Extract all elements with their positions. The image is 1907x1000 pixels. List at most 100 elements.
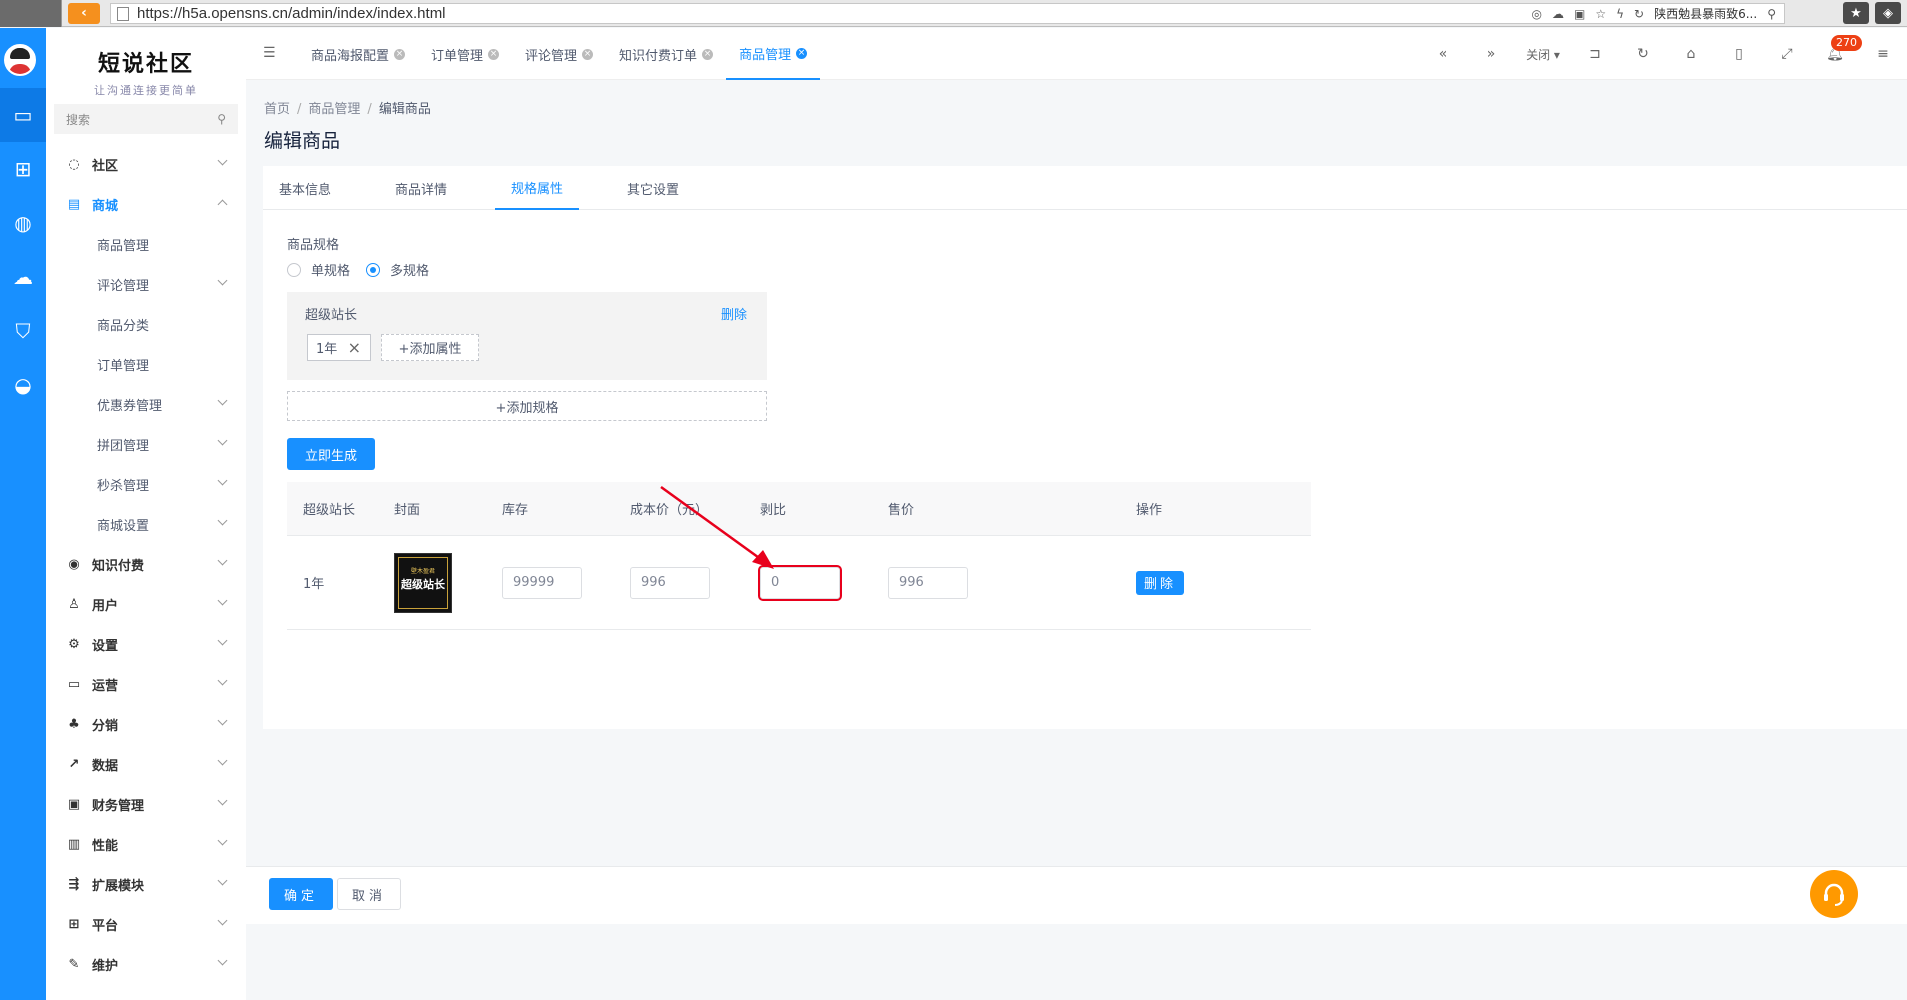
browser-profile-avatar[interactable] [0,0,62,27]
sidebar-item-order-manage[interactable]: 订单管理 [46,344,246,384]
price-input[interactable]: 996 [888,566,968,599]
close-icon[interactable]: × [796,47,808,59]
refresh-icon[interactable]: ↻ [1619,46,1667,62]
sidebar-group-distribution[interactable]: ♣ 分销 [46,704,246,744]
close-icon[interactable]: × [582,48,594,60]
url-text: https://h5a.opensns.cn/admin/index/index… [137,5,446,22]
form-footer: 确定 取消 [246,866,1907,924]
grid-icon[interactable]: ⊞ [0,142,46,196]
browser-toolbar: ‹ https://h5a.opensns.cn/admin/index/ind… [0,0,1907,27]
page-icon [117,6,129,21]
sidebar-group-data[interactable]: ↗ 数据 [46,744,246,784]
chevron-down-icon [217,795,228,806]
stock-input[interactable]: 99999 [502,566,582,599]
confirm-button[interactable]: 确定 [269,878,333,910]
cloud-icon[interactable]: ☁ [0,250,46,304]
lightning-icon[interactable]: ϟ [1616,7,1624,21]
close-icon[interactable]: × [488,48,500,60]
tab-basic-info[interactable]: 基本信息 [263,166,347,210]
sidebar-item-review-manage[interactable]: 评论管理 [46,264,246,304]
ratio-input[interactable]: 0 [758,564,842,601]
sidebar-group-maintenance[interactable]: ✎ 维护 [46,944,246,984]
user-avatar[interactable] [4,44,36,76]
star-icon[interactable]: ☆ [1595,7,1606,21]
cloud-icon[interactable]: ☁ [1552,7,1564,21]
main-content: 首页 / 商品管理 / 编辑商品 编辑商品 基本信息 商品详情 规格属性 其它设置 商品… [246,80,1907,1000]
radio-multi-spec[interactable] [366,262,381,277]
sidebar-group-performance[interactable]: ▥ 性能 [46,824,246,864]
menu-collapse-icon[interactable]: ☰ [263,45,276,61]
sidebar-group-shop[interactable]: ▤ 商城 [46,184,246,224]
sidebar-group-extensions[interactable]: ⇶ 扩展模块 [46,864,246,904]
close-tabs-dropdown[interactable]: 关闭 ▾ [1515,46,1571,63]
tab-product-poster[interactable]: 商品海报配置 × [298,28,418,80]
tab-order-manage[interactable]: 订单管理 × [418,28,512,80]
breadcrumb-home[interactable]: 首页 [264,102,290,117]
sidebar-item-coupon-manage[interactable]: 优惠券管理 [46,384,246,424]
close-icon[interactable]: × [394,48,406,60]
sidebar-group-platform[interactable]: ⊞ 平台 [46,904,246,944]
row-spec: 1年 [303,577,325,592]
chevron-down-icon [217,555,228,566]
customer-service-button[interactable] [1810,870,1858,918]
compat-icon[interactable]: ◎ [1532,7,1542,21]
close-icon[interactable]: × [348,338,361,357]
monitor-icon: ▭ [67,676,81,692]
favorites-icon[interactable]: ★ [1843,2,1869,24]
globe-icon[interactable]: ◍ [0,196,46,250]
sidebar-search[interactable]: 搜索 ⚲ [54,104,238,134]
tab-spec-attributes[interactable]: 规格属性 [495,166,580,210]
cancel-button[interactable]: 取消 [337,878,401,910]
search-engine-text[interactable]: 陕西勉县暴雨致6... [1654,5,1757,22]
line-chart-icon: ↗ [68,756,80,772]
sidebar-group-community[interactable]: ◌ 社区 [46,144,246,184]
close-icon[interactable]: × [702,48,714,60]
cost-input[interactable]: 996 [630,566,710,599]
add-spec-button[interactable]: +添加规格 [287,391,767,421]
breadcrumb-product-manage[interactable]: 商品管理 [308,102,360,117]
user-icon: ♙ [68,596,80,612]
scroll-left-icon[interactable]: « [1419,46,1467,62]
tab-product-manage[interactable]: 商品管理 × [726,28,821,80]
search-icon[interactable]: ⚲ [1767,7,1776,21]
fullscreen-icon[interactable]: ⤢ [1763,46,1811,62]
browser-back-button[interactable]: ‹ [68,2,100,24]
desktop-icon[interactable]: ▭ [0,88,46,142]
add-attribute-button[interactable]: +添加属性 [381,334,479,361]
exit-icon[interactable]: ⊐ [1571,46,1619,62]
mobile-icon[interactable]: ▯ [1715,46,1763,62]
image-icon[interactable]: ▣ [1574,7,1585,21]
address-bar[interactable]: https://h5a.opensns.cn/admin/index/index… [110,3,1785,24]
refresh-icon[interactable]: ↻ [1634,7,1644,21]
tab-product-detail[interactable]: 商品详情 [379,166,463,210]
home-icon[interactable]: ⌂ [1667,46,1715,62]
tab-review-manage[interactable]: 评论管理 × [512,28,606,80]
tab-knowledge-orders[interactable]: 知识付费订单 × [606,28,726,80]
scroll-right-icon[interactable]: » [1467,46,1515,62]
cover-image[interactable]: 壁木盈君 超级站长 [394,552,452,613]
gamepad-icon[interactable]: ◈ [1875,2,1901,24]
sidebar-item-product-category[interactable]: 商品分类 [46,304,246,344]
sidebar-group-finance[interactable]: ▣ 财务管理 [46,784,246,824]
tab-other-settings[interactable]: 其它设置 [611,166,695,210]
chevron-down-icon [217,475,228,486]
bell-icon[interactable]: 🔔︎ 270 [1811,35,1862,62]
sidebar-item-flash-sale[interactable]: 秒杀管理 [46,464,246,504]
chevron-down-icon [217,755,228,766]
radio-single-spec[interactable] [287,262,301,277]
cloud-service-icon[interactable]: ◒ [0,358,46,412]
row-delete-button[interactable]: 删除 [1136,570,1184,595]
sidebar-item-shop-settings[interactable]: 商城设置 [46,504,246,544]
sidebar-group-knowledge-pay[interactable]: ◉ 知识付费 [46,544,246,584]
generate-button[interactable]: 立即生成 [287,438,375,470]
spec-group-delete-link[interactable]: 删除 [721,304,747,323]
more-menu-icon[interactable]: ≡ [1859,46,1907,62]
finance-icon: ▣ [67,796,81,812]
sidebar-group-settings[interactable]: ⚙ 设置 [46,624,246,664]
sidebar-item-product-manage[interactable]: 商品管理 [46,224,246,264]
sidebar-item-group-buy[interactable]: 拼团管理 [46,424,246,464]
sidebar-group-operations[interactable]: ▭ 运营 [46,664,246,704]
gear-icon: ⚙ [68,636,80,652]
shield-icon[interactable]: ⛉ [0,304,46,358]
sidebar-group-users[interactable]: ♙ 用户 [46,584,246,624]
